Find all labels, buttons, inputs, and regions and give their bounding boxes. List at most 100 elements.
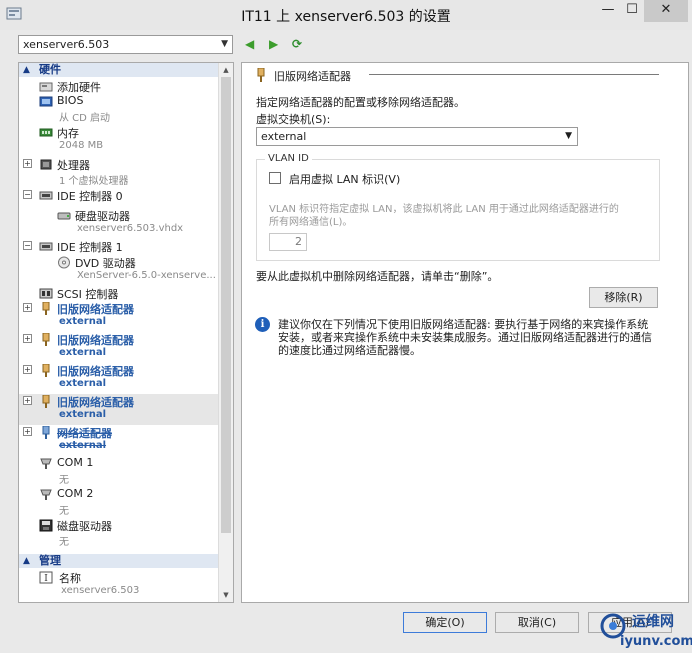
sidebar-item[interactable]: 磁盘驱动器无	[19, 518, 219, 549]
info-text: 建议你仅在下列情况下使用旧版网络适配器: 要执行基于网络的来宾操作系统安装，或者…	[278, 318, 652, 357]
tree-scrollbar[interactable]: ▲ ▼	[218, 63, 233, 602]
arrow-left-icon[interactable]: ◀	[245, 36, 254, 52]
dvd-drive-icon	[58, 256, 70, 269]
network-adapter-icon	[42, 426, 50, 439]
detail-pane: 旧版网络适配器 指定网络适配器的配置或移除网络适配器。 虚拟交换机(S): ex…	[241, 62, 689, 603]
ide-controller-icon	[39, 191, 53, 200]
sidebar-item-label: 硬盘驱动器	[75, 210, 130, 223]
sidebar-item[interactable]: + 旧版网络适配器 external	[19, 332, 219, 363]
name-icon: I	[39, 571, 53, 584]
ok-button[interactable]: 确定(O)	[403, 612, 487, 633]
vlan-group: VLAN ID 启用虚拟 LAN 标识(V) VLAN 标识符指定虚拟 LAN，…	[256, 153, 660, 261]
scroll-thumb[interactable]	[221, 77, 231, 533]
sidebar-item-sub: external	[59, 347, 107, 358]
sidebar-item[interactable]: + 旧版网络适配器 external	[19, 363, 219, 394]
hardware-section-header[interactable]: ▲ 硬件	[19, 63, 219, 77]
sidebar-item[interactable]: 添加硬件	[19, 79, 219, 94]
sidebar-item[interactable]: COM 2 无	[19, 487, 219, 518]
remove-button[interactable]: 移除(R)	[589, 287, 658, 308]
sidebar-item-label: 旧版网络适配器	[57, 334, 134, 347]
maximize-button[interactable]: ☐	[620, 0, 644, 22]
svg-text:I: I	[44, 574, 48, 584]
sidebar-item[interactable]: + 处理器 1 个虚拟处理器	[19, 157, 219, 188]
scroll-up-icon[interactable]: ▲	[219, 63, 233, 77]
sidebar-item[interactable]: DVD 驱动器 XenServer-6.5.0-xenserve...	[19, 255, 219, 286]
sidebar-item-label: SCSI 控制器	[57, 288, 119, 301]
floppy-drive-icon	[39, 519, 53, 532]
window-title: IT11 上 xenserver6.503 的设置	[241, 9, 451, 25]
expand-icon[interactable]: +	[23, 427, 32, 436]
expand-icon[interactable]: +	[23, 334, 32, 343]
sidebar-item[interactable]: 硬盘驱动器 xenserver6.503.vhdx	[19, 208, 219, 239]
sidebar-item-label: 添加硬件	[57, 81, 101, 94]
sidebar-item-label: 网络适配器	[57, 427, 112, 440]
chevron-down-icon: ▼	[221, 39, 228, 49]
expand-icon[interactable]: +	[23, 396, 32, 405]
refresh-icon[interactable]: ⟳	[292, 36, 302, 52]
arrow-right-icon[interactable]: ▶	[269, 36, 278, 52]
sidebar-item-label: DVD 驱动器	[75, 257, 136, 270]
close-button[interactable]: ✕	[644, 0, 688, 22]
title-divider	[369, 74, 659, 75]
collapse-icon[interactable]: −	[23, 190, 32, 199]
remove-prompt: 要从此虚拟机中删除网络适配器，请单击“删除”。	[256, 270, 499, 283]
expand-icon[interactable]: +	[23, 303, 32, 312]
chevron-down-icon: ▼	[565, 131, 572, 141]
sidebar-item-label: 名称	[59, 572, 81, 585]
watermark-line-2: iyunv.com	[620, 634, 692, 649]
collapse-chevron-icon: ▲	[23, 65, 30, 75]
vlan-help-line-2: 所有网络通信(L)。	[269, 217, 353, 228]
cancel-button[interactable]: 取消(C)	[495, 612, 579, 633]
sidebar-item[interactable]: 内存 2048 MB	[19, 125, 219, 156]
management-header-label: 管理	[39, 554, 61, 567]
sidebar-item[interactable]: − IDE 控制器 0	[19, 188, 219, 208]
sidebar-item-label: 磁盘驱动器	[57, 520, 112, 533]
virtual-switch-value: external	[261, 130, 307, 143]
vlan-group-label: VLAN ID	[265, 153, 312, 164]
legacy-network-adapter-icon	[257, 68, 265, 82]
sidebar-item[interactable]: COM 1 无	[19, 456, 219, 487]
info-icon: i	[255, 317, 270, 332]
sidebar-item[interactable]: + 旧版网络适配器 external	[19, 301, 219, 332]
title-bar: IT11 上 xenserver6.503 的设置 — ☐ ✕	[0, 0, 692, 30]
sidebar-item-label: 旧版网络适配器	[57, 365, 134, 378]
enable-vlan-label[interactable]: 启用虚拟 LAN 标识(V)	[289, 171, 400, 187]
vm-selector[interactable]: xenserver6.503 ▼	[18, 35, 233, 54]
add-hardware-icon	[39, 82, 53, 92]
ide-controller-icon	[39, 242, 53, 251]
sidebar-item[interactable]: BIOS 从 CD 启动	[19, 94, 219, 125]
sidebar-item-label: 处理器	[57, 159, 90, 172]
expand-icon[interactable]: +	[23, 365, 32, 374]
detail-title: 旧版网络适配器	[274, 70, 351, 83]
com-port-icon	[40, 489, 52, 500]
sidebar-item[interactable]: + 旧版网络适配器 external	[19, 394, 219, 425]
sidebar-item[interactable]: − IDE 控制器 1	[19, 239, 219, 255]
legacy-network-adapter-icon	[42, 333, 50, 346]
sidebar-item-sub: external	[59, 409, 107, 420]
sidebar-item-label: IDE 控制器 1	[57, 241, 123, 254]
memory-icon	[39, 128, 53, 137]
sidebar-item[interactable]: + 网络适配器 external	[19, 425, 219, 456]
vm-selector-value: xenserver6.503	[23, 38, 110, 51]
sidebar-item-sub: 无	[59, 537, 69, 548]
bios-icon	[39, 96, 53, 107]
expand-icon[interactable]: +	[23, 159, 32, 168]
scroll-down-icon[interactable]: ▼	[219, 588, 233, 602]
sidebar-item[interactable]: SCSI 控制器	[19, 286, 219, 301]
sidebar-item-sub: 无	[59, 506, 69, 517]
vlan-id-input[interactable]: 2	[269, 233, 307, 251]
legacy-network-adapter-icon	[42, 364, 50, 377]
management-section-header[interactable]: ▲ 管理	[19, 554, 219, 568]
sidebar-item-sub: XenServer-6.5.0-xenserve...	[77, 270, 216, 281]
minimize-button[interactable]: —	[596, 0, 620, 22]
sidebar-item-sub: 从 CD 启动	[59, 113, 111, 124]
collapse-icon[interactable]: −	[23, 241, 32, 250]
enable-vlan-checkbox[interactable]	[269, 172, 281, 184]
sidebar-item-sub: external	[59, 378, 107, 389]
virtual-switch-select[interactable]: external ▼	[256, 127, 578, 146]
hard-drive-icon	[57, 212, 71, 220]
sidebar-item-name[interactable]: I 名称 xenserver6.503	[19, 570, 219, 600]
com-port-icon	[40, 458, 52, 469]
sidebar-item-label: COM 2	[57, 487, 94, 500]
sidebar-item-sub: xenserver6.503	[61, 585, 140, 596]
